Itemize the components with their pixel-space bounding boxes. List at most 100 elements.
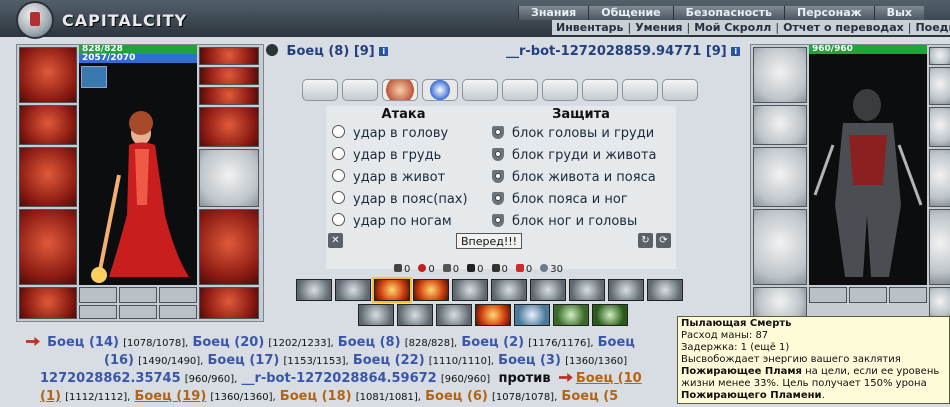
- scroll-slot-1[interactable]: [302, 79, 338, 101]
- menu-character[interactable]: Персонаж: [784, 6, 874, 20]
- radio-icon[interactable]: [332, 169, 345, 182]
- defense-option-legs-head[interactable]: блок ног и головы: [492, 211, 637, 233]
- trick-slot[interactable]: [413, 279, 449, 301]
- armor-slot[interactable]: [753, 209, 807, 285]
- gloves-slot[interactable]: [929, 107, 950, 147]
- enemy-link[interactable]: Боец (18): [280, 389, 352, 404]
- trick-slot[interactable]: [436, 304, 472, 326]
- radio-icon[interactable]: [332, 191, 345, 204]
- trophy-slot-2[interactable]: [119, 287, 157, 303]
- submenu-inventory[interactable]: Инвентарь: [552, 20, 627, 35]
- legs-slot[interactable]: [929, 209, 950, 285]
- submenu-my-scroll[interactable]: Мой Скролл: [690, 20, 775, 35]
- helmet-slot[interactable]: [19, 47, 77, 103]
- trick-slot[interactable]: [514, 304, 550, 326]
- legs-slot[interactable]: [199, 209, 259, 285]
- trick-slot[interactable]: [553, 304, 589, 326]
- refresh-icon[interactable]: ↻: [638, 233, 653, 248]
- trophy-slot-1[interactable]: [79, 287, 117, 303]
- fighter-link[interactable]: Боец: [598, 335, 635, 350]
- scroll-slot-6[interactable]: [502, 79, 538, 101]
- rings-slot[interactable]: [199, 87, 259, 105]
- trophy-slot-2[interactable]: [849, 287, 887, 303]
- capitalcity-logo[interactable]: CAPITALCITY: [0, 0, 186, 37]
- trophy-slot-6[interactable]: [159, 305, 197, 319]
- boots-slot[interactable]: [199, 287, 259, 319]
- fighter-link[interactable]: __r-bot-1272028864.59672: [241, 371, 436, 386]
- bracers-slot[interactable]: [19, 105, 77, 145]
- trophy-slot-5[interactable]: [119, 305, 157, 319]
- menu-communication[interactable]: Общение: [588, 6, 673, 20]
- trick-slot[interactable]: [397, 304, 433, 326]
- my-fighter-name[interactable]: Боец (8): [287, 44, 350, 59]
- opponent-name[interactable]: __r-bot-1272028859.94771: [506, 44, 701, 59]
- attack-option-groin[interactable]: удар в пояс(пах): [332, 189, 468, 211]
- fighter-link[interactable]: Боец (2): [461, 335, 524, 350]
- defense-option-head-chest[interactable]: блок головы и груди: [492, 123, 654, 145]
- shield-slot[interactable]: [929, 149, 950, 207]
- fighter-link[interactable]: Боец (3): [498, 353, 561, 368]
- trick-slot[interactable]: [530, 279, 566, 301]
- fighter-link[interactable]: (16): [104, 353, 134, 368]
- trick-slot[interactable]: [491, 279, 527, 301]
- radio-icon[interactable]: [332, 125, 345, 138]
- fighter-link[interactable]: 1272028862.35745: [40, 371, 181, 386]
- trick-slot[interactable]: [372, 277, 412, 303]
- trophy-slot-3[interactable]: [889, 287, 927, 303]
- attack-option-head[interactable]: удар в голову: [332, 123, 448, 145]
- scroll-slot-7[interactable]: [542, 79, 578, 101]
- armor-slot[interactable]: [19, 209, 77, 285]
- enemy-link[interactable]: Боец (6): [425, 389, 488, 404]
- radio-icon[interactable]: [332, 213, 345, 226]
- shield-radio-icon[interactable]: [492, 192, 504, 205]
- scroll-slot-10[interactable]: [662, 79, 698, 101]
- boots-slot[interactable]: [929, 287, 950, 319]
- scroll-slot-2[interactable]: [342, 79, 378, 101]
- weapon-slot[interactable]: [19, 147, 77, 207]
- trophy-slot-1[interactable]: [809, 287, 847, 303]
- menu-exit[interactable]: Вых: [873, 6, 925, 20]
- trophy-slot-4[interactable]: [79, 305, 117, 319]
- menu-knowledge[interactable]: Знания: [518, 6, 589, 20]
- go-button[interactable]: Вперед!!!: [456, 233, 522, 249]
- submenu-skills[interactable]: Умения: [631, 20, 686, 35]
- fighter-link[interactable]: Боец (22): [353, 353, 425, 368]
- trick-slot[interactable]: [569, 279, 605, 301]
- trick-slot[interactable]: [592, 304, 628, 326]
- fighter-link[interactable]: Боец (14): [47, 335, 119, 350]
- defense-option-belly-belt[interactable]: блок живота и пояса: [492, 167, 656, 189]
- fighter-link[interactable]: Боец (17): [208, 353, 280, 368]
- scroll-slot-magic[interactable]: [422, 79, 458, 101]
- radio-icon[interactable]: [332, 147, 345, 160]
- amulet-slot[interactable]: [929, 67, 950, 105]
- menu-security[interactable]: Безопасность: [672, 6, 784, 20]
- trick-slot[interactable]: [608, 279, 644, 301]
- shield-radio-icon[interactable]: [492, 170, 504, 183]
- earring-slot[interactable]: [199, 47, 259, 65]
- attack-option-belly[interactable]: удар в живот: [332, 167, 445, 189]
- shield-radio-icon[interactable]: [492, 126, 504, 139]
- trick-slot[interactable]: [452, 279, 488, 301]
- scroll-slot-fire[interactable]: [382, 79, 418, 101]
- enemy-link[interactable]: Боец (10: [576, 371, 642, 386]
- belt-slot[interactable]: [19, 287, 77, 319]
- defense-option-chest-belly[interactable]: блок груди и живота: [492, 145, 657, 167]
- trick-slot[interactable]: [335, 279, 371, 301]
- scroll-slot-8[interactable]: [582, 79, 618, 101]
- attack-option-legs[interactable]: удар по ногам: [332, 211, 452, 233]
- enemy-link[interactable]: Боец (5: [561, 389, 618, 404]
- scroll-slot-5[interactable]: [462, 79, 498, 101]
- submenu-battles[interactable]: Поединки: [911, 20, 950, 35]
- trophy-slot-3[interactable]: [159, 287, 197, 303]
- opponent-figure[interactable]: 960/960: [809, 45, 927, 285]
- amulet-slot[interactable]: [199, 67, 259, 85]
- earring-slot[interactable]: [929, 47, 950, 65]
- shield-slot[interactable]: [199, 149, 259, 207]
- shield-radio-icon[interactable]: [492, 214, 504, 227]
- character-figure[interactable]: 828/828 2057/2070: [79, 45, 197, 285]
- trick-slot[interactable]: [296, 279, 332, 301]
- belt-slot[interactable]: [753, 287, 807, 319]
- attack-option-chest[interactable]: удар в грудь: [332, 145, 441, 167]
- gloves-slot[interactable]: [199, 107, 259, 147]
- enemy-link[interactable]: Боец (19): [134, 389, 206, 404]
